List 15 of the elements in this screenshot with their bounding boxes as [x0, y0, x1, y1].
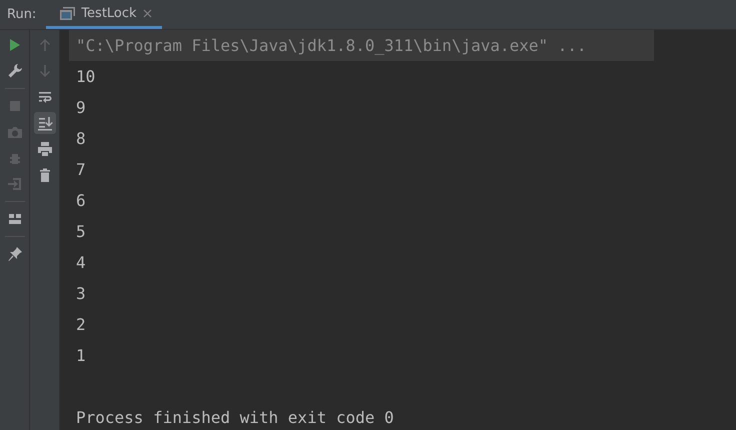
console-window-icon [60, 6, 76, 20]
scroll-to-end-icon[interactable] [34, 112, 56, 134]
output-line: 7 [75, 160, 87, 179]
process-status-line: Process finished with exit code 0 [75, 408, 395, 427]
output-line: 9 [75, 98, 87, 117]
output-line: 5 [75, 222, 87, 241]
output-line: 1 [75, 346, 87, 365]
output-line: 8 [75, 129, 87, 148]
output-line: 4 [75, 253, 87, 272]
run-label: Run: [6, 7, 38, 22]
close-icon[interactable] [142, 8, 152, 18]
output-line: 2 [75, 315, 87, 334]
output-line: 10 [75, 67, 96, 86]
output-line: 3 [75, 284, 87, 303]
output-line: 6 [75, 191, 87, 210]
